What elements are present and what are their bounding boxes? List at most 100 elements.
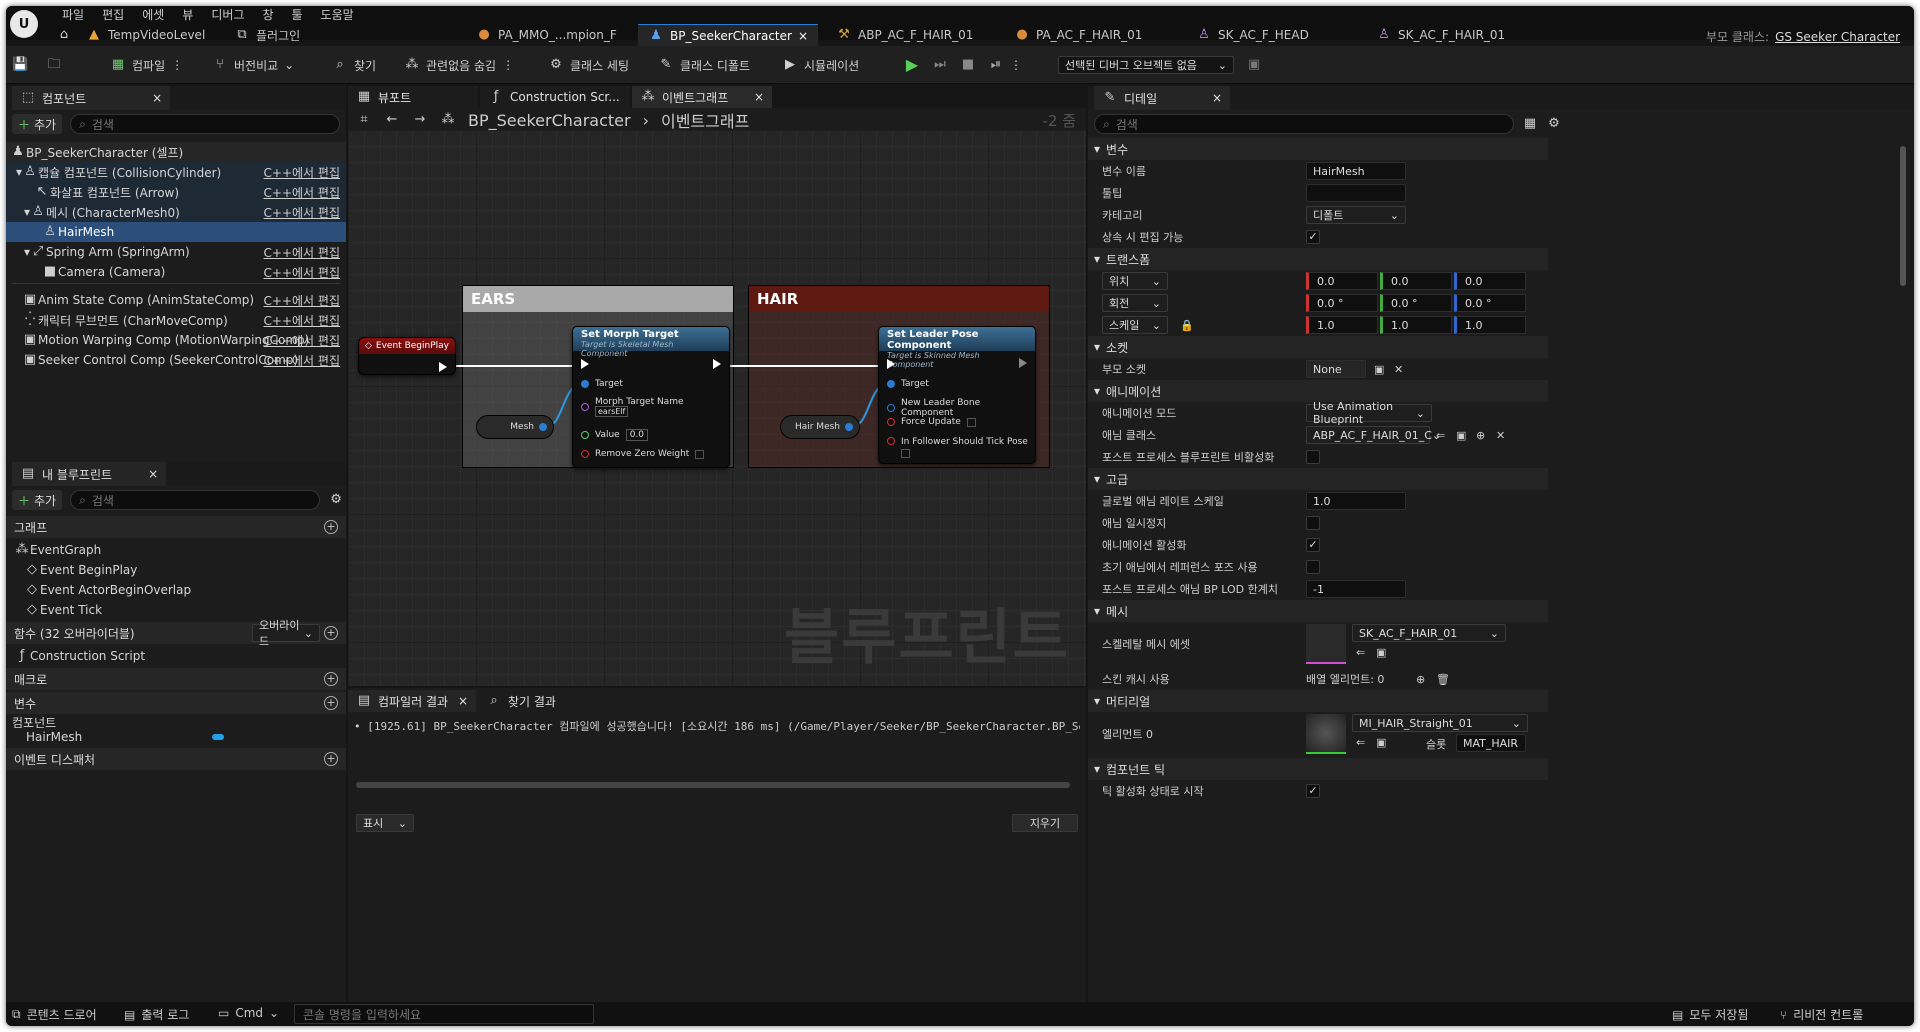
output-pin[interactable] (539, 423, 547, 431)
class-defaults-button[interactable]: ✎ 클래스 디폴트 (658, 54, 751, 76)
location-dropdown[interactable]: 위치 ⌄ (1102, 272, 1168, 290)
horizontal-scrollbar[interactable] (356, 782, 1070, 788)
variable-hairmesh[interactable]: HairMesh (6, 728, 346, 746)
details-tab[interactable]: ✎ 디테일 × (1094, 86, 1230, 110)
new-leader-pin[interactable]: New Leader Bone Component (887, 398, 1035, 418)
clear-button[interactable]: 지우기 (1012, 814, 1078, 832)
close-icon[interactable]: × (152, 91, 162, 105)
diff-button[interactable]: ⑂ 버전비교 ⌄ (212, 54, 294, 76)
location-z-input[interactable]: 0.0 (1454, 272, 1526, 290)
exec-out-pin[interactable] (439, 362, 447, 372)
more-icon[interactable]: ⋮ (171, 58, 183, 72)
tab-doc-1[interactable]: ♟ BP_SeekerCharacter × (638, 24, 818, 46)
bookmark-icon[interactable]: ⌗ (356, 112, 372, 128)
event-graph-canvas[interactable]: EARS HAIR ◇ Event BeginPlay Set Morph Tar… (348, 130, 1086, 686)
tab-construction[interactable]: ƒ Construction Scr... (480, 86, 630, 108)
edit-in-cpp-link[interactable]: C++에서 편집 (264, 264, 340, 281)
component-row-animstate[interactable]: ▣ Anim State Comp (AnimStateComp) C++에서 편집 (6, 290, 346, 310)
component-row-motionwarp[interactable]: ▣ Motion Warping Comp (MotionWarpingComp)… (6, 330, 346, 350)
section-sockets[interactable]: ▾ 소켓 (1088, 336, 1548, 358)
add-dispatcher-icon[interactable]: + (324, 752, 338, 766)
edit-in-cpp-link[interactable]: C++에서 편집 (264, 352, 340, 369)
tick-start-checkbox[interactable]: ✓ (1306, 784, 1320, 798)
edit-in-cpp-link[interactable]: C++에서 편집 (264, 204, 340, 221)
hide-unrelated-button[interactable]: ⁂ 관련없음 숨김 ⋮ (404, 54, 515, 76)
more-icon[interactable]: ⋮ (1010, 58, 1022, 72)
cmd-dropdown[interactable]: ▭ Cmd ⌄ (218, 1006, 279, 1020)
morph-name-pin[interactable]: Morph Target Name earsElf (581, 397, 684, 417)
parent-class-link[interactable]: GS Seeker Character (1775, 30, 1900, 44)
output-log-button[interactable]: ▤ 출력 로그 (124, 1006, 189, 1023)
tab-doc-2[interactable]: ⚒ ABP_AC_F_HAIR_01 (826, 24, 983, 46)
menu-view[interactable]: 뷰 (182, 6, 193, 23)
forward-arrow-icon[interactable]: → (412, 112, 428, 128)
component-row-charmove[interactable]: ⁛ 캐릭터 무브먼트 (CharMoveComp) C++에서 편집 (6, 310, 346, 330)
section-mesh[interactable]: ▾ 메시 (1088, 600, 1548, 622)
node-set-leader-pose[interactable]: Set Leader Pose Component Target is Skinn… (878, 326, 1036, 464)
tab-compiler-results[interactable]: ▤ 컴파일러 결과 × (348, 690, 476, 712)
section-animation[interactable]: ▾ 애니메이션 (1088, 380, 1548, 402)
browse-button[interactable]: 🗀 (46, 54, 62, 76)
variables-section[interactable]: 변수 + (6, 692, 346, 714)
graphs-section[interactable]: 그래프 + (6, 516, 346, 538)
exec-in-pin[interactable] (581, 359, 589, 369)
section-component-tick[interactable]: ▾ 컴포넌트 틱 (1088, 758, 1548, 780)
var-name-input[interactable]: HairMesh (1306, 162, 1406, 180)
edit-in-cpp-link[interactable]: C++에서 편집 (264, 184, 340, 201)
my-blueprint-tab[interactable]: ▤ 내 블루프린트 × (12, 462, 167, 486)
edit-in-cpp-link[interactable]: C++에서 편집 (264, 312, 340, 329)
override-dropdown[interactable]: 오버라이드 ⌄ (252, 619, 320, 648)
rotation-y-input[interactable]: 0.0 ° (1380, 294, 1452, 312)
edit-in-cpp-link[interactable]: C++에서 편집 (264, 332, 340, 349)
mesh-thumbnail[interactable] (1306, 624, 1346, 664)
functions-section[interactable]: 함수 (32 오버라이더블) 오버라이드 ⌄ + (6, 619, 346, 648)
location-y-input[interactable]: 0.0 (1380, 272, 1452, 290)
lock-icon[interactable]: 🔒 (1180, 319, 1194, 332)
event-item-beginplay[interactable]: ◇ Event BeginPlay (6, 560, 346, 580)
component-row-camera[interactable]: ■ Camera (Camera) C++에서 편집 (6, 262, 346, 282)
play-button[interactable]: ▶ (904, 54, 920, 76)
exec-in-pin[interactable] (887, 359, 895, 369)
skeletal-mesh-dropdown[interactable]: SK_AC_F_HAIR_01 ⌄ (1352, 624, 1506, 642)
content-drawer-button[interactable]: ⧉ 콘텐츠 드로어 (12, 1006, 97, 1023)
add-component-button[interactable]: ＋ 추가 (12, 114, 63, 134)
anim-pause-checkbox[interactable] (1306, 516, 1320, 530)
gear-icon[interactable]: ⚙ (328, 492, 344, 508)
rotation-dropdown[interactable]: 회전 ⌄ (1102, 294, 1168, 312)
section-transform[interactable]: ▾ 트랜스폼 (1088, 248, 1548, 270)
output-pin[interactable] (845, 423, 853, 431)
value-pin[interactable]: Value 0.0 (581, 429, 649, 441)
construction-script-item[interactable]: ƒ Construction Script (6, 646, 346, 666)
menu-help[interactable]: 도움말 (321, 6, 354, 23)
use-selected-icon[interactable]: ⇐ (1356, 646, 1365, 659)
event-graph-item[interactable]: ⁂ EventGraph (6, 540, 346, 560)
component-row-hairmesh[interactable]: ♙ HairMesh (6, 222, 346, 242)
breadcrumb-graph[interactable]: 이벤트그래프 (661, 108, 749, 132)
browse-socket-icon[interactable]: ▣ (1374, 363, 1384, 376)
menu-window[interactable]: 창 (262, 6, 273, 23)
tab-doc-5[interactable]: ♙ SK_AC_F_HAIR_01 (1366, 24, 1515, 46)
global-rate-input[interactable]: 1.0 (1306, 492, 1406, 510)
morph-name-field[interactable]: earsElf (595, 406, 629, 417)
debug-object-dropdown[interactable]: 선택된 디버그 오브젝트 없음 ⌄ (1058, 56, 1234, 74)
tab-event-graph[interactable]: ⁂ 이벤트그래프 × (632, 86, 772, 108)
revision-control-button[interactable]: ⑂ 리비전 컨트롤 (1780, 1006, 1863, 1023)
editable-checkbox[interactable]: ✓ (1306, 230, 1320, 244)
anim-mode-dropdown[interactable]: Use Animation Blueprint ⌄ (1306, 400, 1432, 426)
dispatchers-section[interactable]: 이벤트 디스패처 + (6, 748, 346, 770)
menu-debug[interactable]: 디버그 (211, 6, 244, 23)
section-materials[interactable]: ▾ 머티리얼 (1088, 690, 1548, 712)
material-thumbnail[interactable] (1306, 714, 1346, 754)
clear-icon[interactable]: ✕ (1394, 363, 1403, 376)
add-icon[interactable]: ⊕ (1476, 429, 1485, 442)
add-member-button[interactable]: ＋ 추가 (12, 490, 63, 510)
unreal-logo-icon[interactable]: U (10, 10, 38, 38)
lod-threshold-input[interactable]: -1 (1306, 580, 1406, 598)
scale-dropdown[interactable]: 스케일 ⌄ (1102, 316, 1168, 334)
components-tab[interactable]: ⬚ 컴포넌트 × (12, 86, 171, 110)
close-icon[interactable]: × (1212, 91, 1222, 105)
save-button[interactable]: 💾 (12, 54, 28, 76)
material-dropdown[interactable]: MI_HAIR_Straight_01 ⌄ (1352, 714, 1528, 732)
checkbox[interactable] (695, 449, 705, 459)
browse-icon[interactable]: ▣ (1456, 429, 1466, 442)
